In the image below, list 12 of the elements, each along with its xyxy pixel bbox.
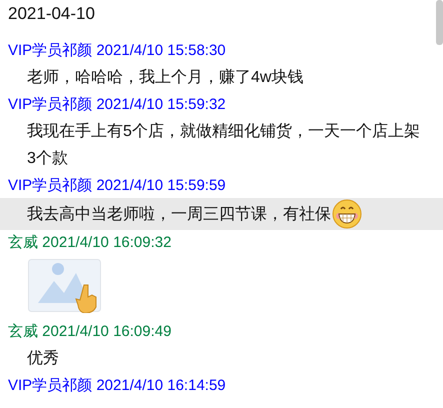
- message-header: VIP学员祁颜 2021/4/10 16:14:59: [7, 376, 227, 396]
- message-header: 玄威 2021/4/10 16:09:32: [7, 233, 172, 253]
- image-placeholder-icon[interactable]: [28, 259, 102, 313]
- message-text: 老师，哈哈哈，我上个月，赚了4w块钱: [27, 68, 304, 88]
- message-header: 玄威 2021/4/10 16:09:49: [7, 322, 172, 342]
- message-text: 优秀: [27, 348, 59, 369]
- message-header: VIP学员祁颜 2021/4/10 15:58:30: [7, 41, 227, 61]
- scrollbar-thumb[interactable]: [436, 0, 443, 45]
- message-header: VIP学员祁颜 2021/4/10 15:59:59: [7, 176, 227, 196]
- message-text: 我现在手上有5个店，就做精细化铺货，一天一个店上架3个款: [27, 122, 421, 169]
- message-header: VIP学员祁颜 2021/4/10 15:59:32: [7, 95, 227, 115]
- date-header: 2021-04-10: [8, 4, 95, 24]
